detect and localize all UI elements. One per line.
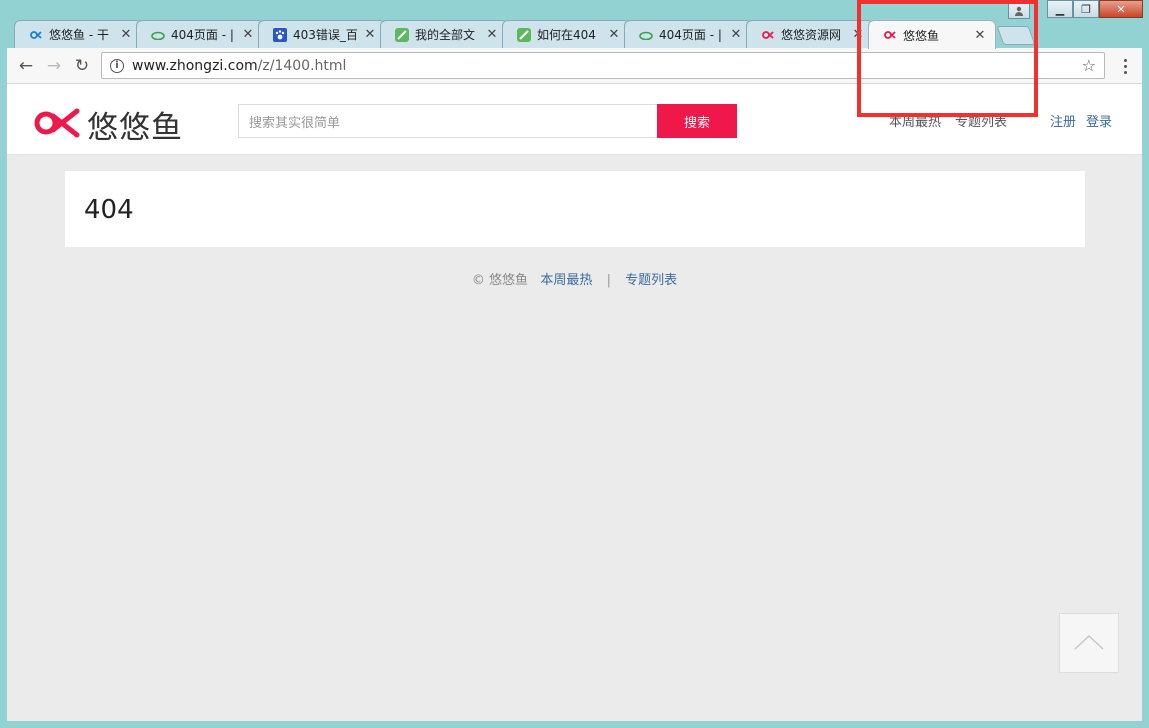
error-code: 404 (84, 195, 134, 225)
user-profile-icon[interactable] (1008, 2, 1030, 19)
close-tab-icon[interactable]: ✕ (729, 27, 743, 42)
tab-title: 我的全部文 (415, 28, 476, 42)
tab-strip: 悠悠鱼 - 干 ✕ 404页面 - | ✕ 403错误_百 ✕ 我的全部文 ✕ … (0, 0, 1149, 49)
tab-title: 404页面 - | (171, 28, 234, 42)
url-host: www.zhongzi.com (132, 57, 258, 74)
footer-separator: | (606, 273, 611, 288)
browser-menu-icon[interactable] (1117, 55, 1133, 77)
green-cloud-icon (639, 28, 653, 42)
tab-3[interactable]: 我的全部文 ✕ (380, 20, 508, 48)
tab-7-active[interactable]: 悠悠鱼 ✕ (868, 20, 996, 49)
tab-title: 悠悠鱼 (903, 28, 940, 43)
site-footer: © 悠悠鱼 本周最热 | 专题列表 (7, 269, 1142, 288)
site-logo[interactable]: 悠悠鱼 (33, 102, 183, 147)
browser-toolbar: ← → ↻ i www.zhongzi.com/z/1400.html ☆ (7, 48, 1142, 84)
green-cloud-icon (151, 28, 165, 42)
window-controls: ▁ ❐ ✕ (1047, 0, 1143, 18)
tab-5[interactable]: 404页面 - | ✕ (624, 20, 752, 48)
close-tab-icon[interactable]: ✕ (851, 27, 865, 42)
tab-4[interactable]: 如何在404 ✕ (502, 20, 630, 48)
url-path: /z/1400.html (257, 57, 347, 74)
error-card: 404 (65, 171, 1085, 247)
youyouyu-logo-icon (29, 28, 43, 42)
bookmark-star-icon[interactable]: ☆ (1082, 56, 1096, 75)
baidu-paw-icon (273, 27, 287, 42)
tab-title: 如何在404 (537, 28, 596, 42)
youyouyu-logo-icon (883, 28, 897, 42)
minimize-button[interactable]: ▁ (1047, 0, 1073, 18)
close-tab-icon[interactable]: ✕ (973, 28, 987, 43)
browser-window: 悠悠鱼 - 干 ✕ 404页面 - | ✕ 403错误_百 ✕ 我的全部文 ✕ … (0, 0, 1149, 728)
tab-title: 悠悠鱼 - 干 (49, 28, 109, 42)
tab-title: 403错误_百 (293, 28, 358, 42)
tab-0[interactable]: 悠悠鱼 - 干 ✕ (14, 20, 142, 48)
green-leaf-icon (395, 27, 409, 42)
search-input[interactable]: 搜索其实很简单 (238, 104, 658, 138)
new-tab-button[interactable] (996, 26, 1036, 45)
footer-copyright: © 悠悠鱼 (471, 273, 529, 288)
chevron-up-icon (1073, 633, 1105, 654)
login-link[interactable]: 登录 (1086, 111, 1112, 130)
footer-link-weekly-hot[interactable]: 本周最热 (540, 273, 592, 288)
site-nav: 本周最热 专题列表 (889, 111, 1007, 130)
youyouyu-logo-icon (761, 28, 775, 42)
back-arrow-icon[interactable]: ← (15, 55, 37, 77)
forward-arrow-icon[interactable]: → (43, 55, 65, 77)
tab-title: 404页面 - | (659, 28, 722, 42)
close-tab-icon[interactable]: ✕ (241, 27, 255, 42)
footer-link-topics[interactable]: 专题列表 (625, 273, 677, 288)
nav-link-weekly-hot[interactable]: 本周最热 (889, 111, 941, 130)
page-viewport: 悠悠鱼 搜索其实很简单 搜索 本周最热 专题列表 注册 登录 404 © 悠悠鱼… (7, 84, 1142, 721)
search-button[interactable]: 搜索 (657, 104, 737, 138)
tab-title: 悠悠资源网 (781, 28, 842, 42)
address-bar[interactable]: i www.zhongzi.com/z/1400.html ☆ (101, 52, 1105, 79)
nav-link-topics[interactable]: 专题列表 (955, 111, 1007, 130)
close-tab-icon[interactable]: ✕ (119, 27, 133, 42)
close-tab-icon[interactable]: ✕ (363, 27, 377, 42)
restore-button[interactable]: ❐ (1073, 0, 1099, 18)
tab-2[interactable]: 403错误_百 ✕ (258, 20, 386, 48)
tab-6[interactable]: 悠悠资源网 ✕ (746, 20, 874, 48)
green-leaf-icon (517, 27, 531, 42)
close-window-button[interactable]: ✕ (1099, 0, 1143, 18)
back-to-top-button[interactable] (1059, 613, 1119, 673)
tab-1[interactable]: 404页面 - | ✕ (136, 20, 264, 48)
logo-text: 悠悠鱼 (87, 110, 183, 146)
site-header: 悠悠鱼 搜索其实很简单 搜索 本周最热 专题列表 注册 登录 (7, 84, 1142, 155)
url-text: www.zhongzi.com/z/1400.html (132, 58, 346, 74)
auth-links: 注册 登录 (1050, 111, 1112, 130)
reload-icon[interactable]: ↻ (71, 55, 93, 77)
youyouyu-logo-icon (33, 108, 81, 141)
close-tab-icon[interactable]: ✕ (607, 27, 621, 42)
close-tab-icon[interactable]: ✕ (485, 27, 499, 42)
register-link[interactable]: 注册 (1050, 111, 1076, 130)
site-info-icon[interactable]: i (110, 58, 124, 73)
